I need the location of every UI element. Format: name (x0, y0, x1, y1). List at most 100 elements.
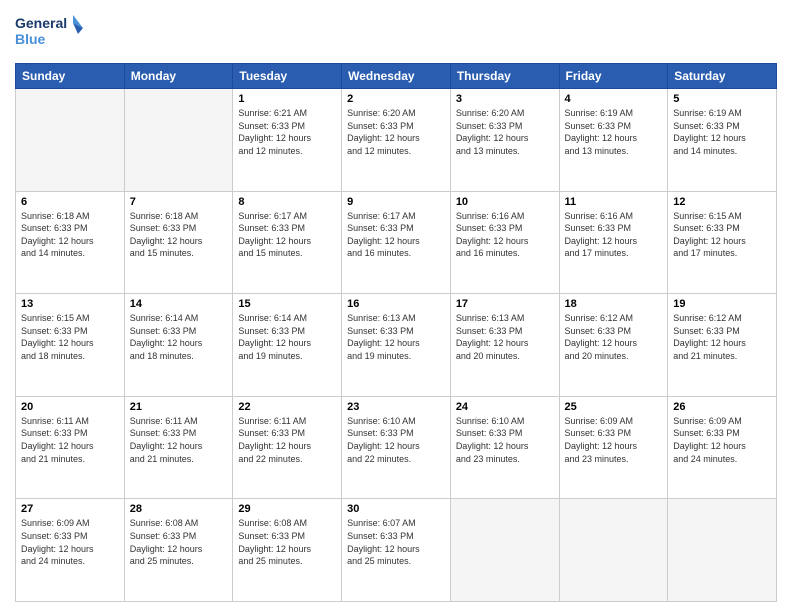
calendar-cell: 12 Sunrise: 6:15 AM Sunset: 6:33 PM Dayli… (668, 191, 777, 294)
day-number: 2 (347, 93, 445, 105)
day-info: Sunrise: 6:11 AM Sunset: 6:33 PM Dayligh… (21, 415, 119, 465)
day-info: Sunrise: 6:11 AM Sunset: 6:33 PM Dayligh… (238, 415, 336, 465)
calendar-cell: 4 Sunrise: 6:19 AM Sunset: 6:33 PM Daylig… (559, 89, 668, 192)
weekday-header-row: SundayMondayTuesdayWednesdayThursdayFrid… (16, 64, 777, 89)
weekday-header-wednesday: Wednesday (342, 64, 451, 89)
day-info: Sunrise: 6:09 AM Sunset: 6:33 PM Dayligh… (565, 415, 663, 465)
calendar-cell (16, 89, 125, 192)
day-info: Sunrise: 6:12 AM Sunset: 6:33 PM Dayligh… (673, 312, 771, 362)
calendar-table: SundayMondayTuesdayWednesdayThursdayFrid… (15, 63, 777, 602)
calendar-cell: 5 Sunrise: 6:19 AM Sunset: 6:33 PM Daylig… (668, 89, 777, 192)
day-info: Sunrise: 6:08 AM Sunset: 6:33 PM Dayligh… (130, 517, 228, 567)
day-number: 23 (347, 401, 445, 413)
day-number: 18 (565, 298, 663, 310)
calendar-cell: 26 Sunrise: 6:09 AM Sunset: 6:33 PM Dayli… (668, 396, 777, 499)
day-number: 30 (347, 503, 445, 515)
day-number: 6 (21, 196, 119, 208)
calendar-cell: 10 Sunrise: 6:16 AM Sunset: 6:33 PM Dayli… (450, 191, 559, 294)
day-number: 12 (673, 196, 771, 208)
calendar-cell: 2 Sunrise: 6:20 AM Sunset: 6:33 PM Daylig… (342, 89, 451, 192)
day-info: Sunrise: 6:10 AM Sunset: 6:33 PM Dayligh… (456, 415, 554, 465)
calendar-cell (450, 499, 559, 602)
calendar-cell: 27Sunrise: 6:09 AM Sunset: 6:33 PM Dayli… (16, 499, 125, 602)
weekday-header-monday: Monday (124, 64, 233, 89)
day-info: Sunrise: 6:13 AM Sunset: 6:33 PM Dayligh… (456, 312, 554, 362)
weekday-header-saturday: Saturday (668, 64, 777, 89)
day-number: 1 (238, 93, 336, 105)
weekday-header-friday: Friday (559, 64, 668, 89)
day-info: Sunrise: 6:11 AM Sunset: 6:33 PM Dayligh… (130, 415, 228, 465)
calendar-cell (124, 89, 233, 192)
calendar-cell: 1 Sunrise: 6:21 AM Sunset: 6:33 PM Daylig… (233, 89, 342, 192)
day-info: Sunrise: 6:13 AM Sunset: 6:33 PM Dayligh… (347, 312, 445, 362)
day-info: Sunrise: 6:14 AM Sunset: 6:33 PM Dayligh… (238, 312, 336, 362)
day-info: Sunrise: 6:16 AM Sunset: 6:33 PM Dayligh… (456, 210, 554, 260)
day-number: 4 (565, 93, 663, 105)
calendar-cell (559, 499, 668, 602)
calendar-cell: 24 Sunrise: 6:10 AM Sunset: 6:33 PM Dayli… (450, 396, 559, 499)
calendar-cell: 7 Sunrise: 6:18 AM Sunset: 6:33 PM Daylig… (124, 191, 233, 294)
week-row-3: 13 Sunrise: 6:15 AM Sunset: 6:33 PM Dayli… (16, 294, 777, 397)
calendar-cell: 20Sunrise: 6:11 AM Sunset: 6:33 PM Dayli… (16, 396, 125, 499)
calendar-cell: 19 Sunrise: 6:12 AM Sunset: 6:33 PM Dayli… (668, 294, 777, 397)
day-number: 21 (130, 401, 228, 413)
calendar-cell: 16 Sunrise: 6:13 AM Sunset: 6:33 PM Dayli… (342, 294, 451, 397)
calendar-cell: 28Sunrise: 6:08 AM Sunset: 6:33 PM Dayli… (124, 499, 233, 602)
day-info: Sunrise: 6:08 AM Sunset: 6:33 PM Dayligh… (238, 517, 336, 567)
logo: General Blue (15, 10, 85, 55)
logo-svg: General Blue (15, 10, 85, 55)
calendar-cell: 15 Sunrise: 6:14 AM Sunset: 6:33 PM Dayli… (233, 294, 342, 397)
day-number: 26 (673, 401, 771, 413)
week-row-5: 27Sunrise: 6:09 AM Sunset: 6:33 PM Dayli… (16, 499, 777, 602)
day-info: Sunrise: 6:19 AM Sunset: 6:33 PM Dayligh… (565, 107, 663, 157)
day-number: 14 (130, 298, 228, 310)
day-info: Sunrise: 6:21 AM Sunset: 6:33 PM Dayligh… (238, 107, 336, 157)
weekday-header-sunday: Sunday (16, 64, 125, 89)
week-row-2: 6 Sunrise: 6:18 AM Sunset: 6:33 PM Daylig… (16, 191, 777, 294)
day-number: 29 (238, 503, 336, 515)
calendar-cell: 8 Sunrise: 6:17 AM Sunset: 6:33 PM Daylig… (233, 191, 342, 294)
day-number: 15 (238, 298, 336, 310)
day-info: Sunrise: 6:20 AM Sunset: 6:33 PM Dayligh… (456, 107, 554, 157)
calendar-cell: 21 Sunrise: 6:11 AM Sunset: 6:33 PM Dayli… (124, 396, 233, 499)
day-number: 9 (347, 196, 445, 208)
day-number: 24 (456, 401, 554, 413)
calendar-cell: 6 Sunrise: 6:18 AM Sunset: 6:33 PM Daylig… (16, 191, 125, 294)
day-info: Sunrise: 6:15 AM Sunset: 6:33 PM Dayligh… (673, 210, 771, 260)
day-info: Sunrise: 6:18 AM Sunset: 6:33 PM Dayligh… (130, 210, 228, 260)
day-number: 16 (347, 298, 445, 310)
day-info: Sunrise: 6:09 AM Sunset: 6:33 PM Dayligh… (673, 415, 771, 465)
day-info: Sunrise: 6:19 AM Sunset: 6:33 PM Dayligh… (673, 107, 771, 157)
day-number: 8 (238, 196, 336, 208)
day-number: 11 (565, 196, 663, 208)
day-number: 5 (673, 93, 771, 105)
day-number: 19 (673, 298, 771, 310)
week-row-1: 1 Sunrise: 6:21 AM Sunset: 6:33 PM Daylig… (16, 89, 777, 192)
calendar-cell: 13 Sunrise: 6:15 AM Sunset: 6:33 PM Dayli… (16, 294, 125, 397)
day-number: 7 (130, 196, 228, 208)
svg-text:General: General (15, 15, 67, 31)
page: General Blue SundayMondayTuesdayWednesda… (0, 0, 792, 612)
day-info: Sunrise: 6:17 AM Sunset: 6:33 PM Dayligh… (238, 210, 336, 260)
calendar-cell: 22 Sunrise: 6:11 AM Sunset: 6:33 PM Dayli… (233, 396, 342, 499)
day-info: Sunrise: 6:15 AM Sunset: 6:33 PM Dayligh… (21, 312, 119, 362)
calendar-cell: 11 Sunrise: 6:16 AM Sunset: 6:33 PM Dayli… (559, 191, 668, 294)
day-number: 22 (238, 401, 336, 413)
calendar-cell: 25Sunrise: 6:09 AM Sunset: 6:33 PM Dayli… (559, 396, 668, 499)
day-number: 17 (456, 298, 554, 310)
calendar-cell: 30Sunrise: 6:07 AM Sunset: 6:33 PM Dayli… (342, 499, 451, 602)
day-info: Sunrise: 6:20 AM Sunset: 6:33 PM Dayligh… (347, 107, 445, 157)
day-number: 13 (21, 298, 119, 310)
calendar-cell: 3Sunrise: 6:20 AM Sunset: 6:33 PM Daylig… (450, 89, 559, 192)
calendar-cell: 18 Sunrise: 6:12 AM Sunset: 6:33 PM Dayli… (559, 294, 668, 397)
day-info: Sunrise: 6:16 AM Sunset: 6:33 PM Dayligh… (565, 210, 663, 260)
day-info: Sunrise: 6:18 AM Sunset: 6:33 PM Dayligh… (21, 210, 119, 260)
day-info: Sunrise: 6:14 AM Sunset: 6:33 PM Dayligh… (130, 312, 228, 362)
day-number: 10 (456, 196, 554, 208)
day-info: Sunrise: 6:17 AM Sunset: 6:33 PM Dayligh… (347, 210, 445, 260)
svg-text:Blue: Blue (15, 31, 46, 47)
weekday-header-thursday: Thursday (450, 64, 559, 89)
day-info: Sunrise: 6:12 AM Sunset: 6:33 PM Dayligh… (565, 312, 663, 362)
day-info: Sunrise: 6:09 AM Sunset: 6:33 PM Dayligh… (21, 517, 119, 567)
calendar-cell: 9 Sunrise: 6:17 AM Sunset: 6:33 PM Daylig… (342, 191, 451, 294)
